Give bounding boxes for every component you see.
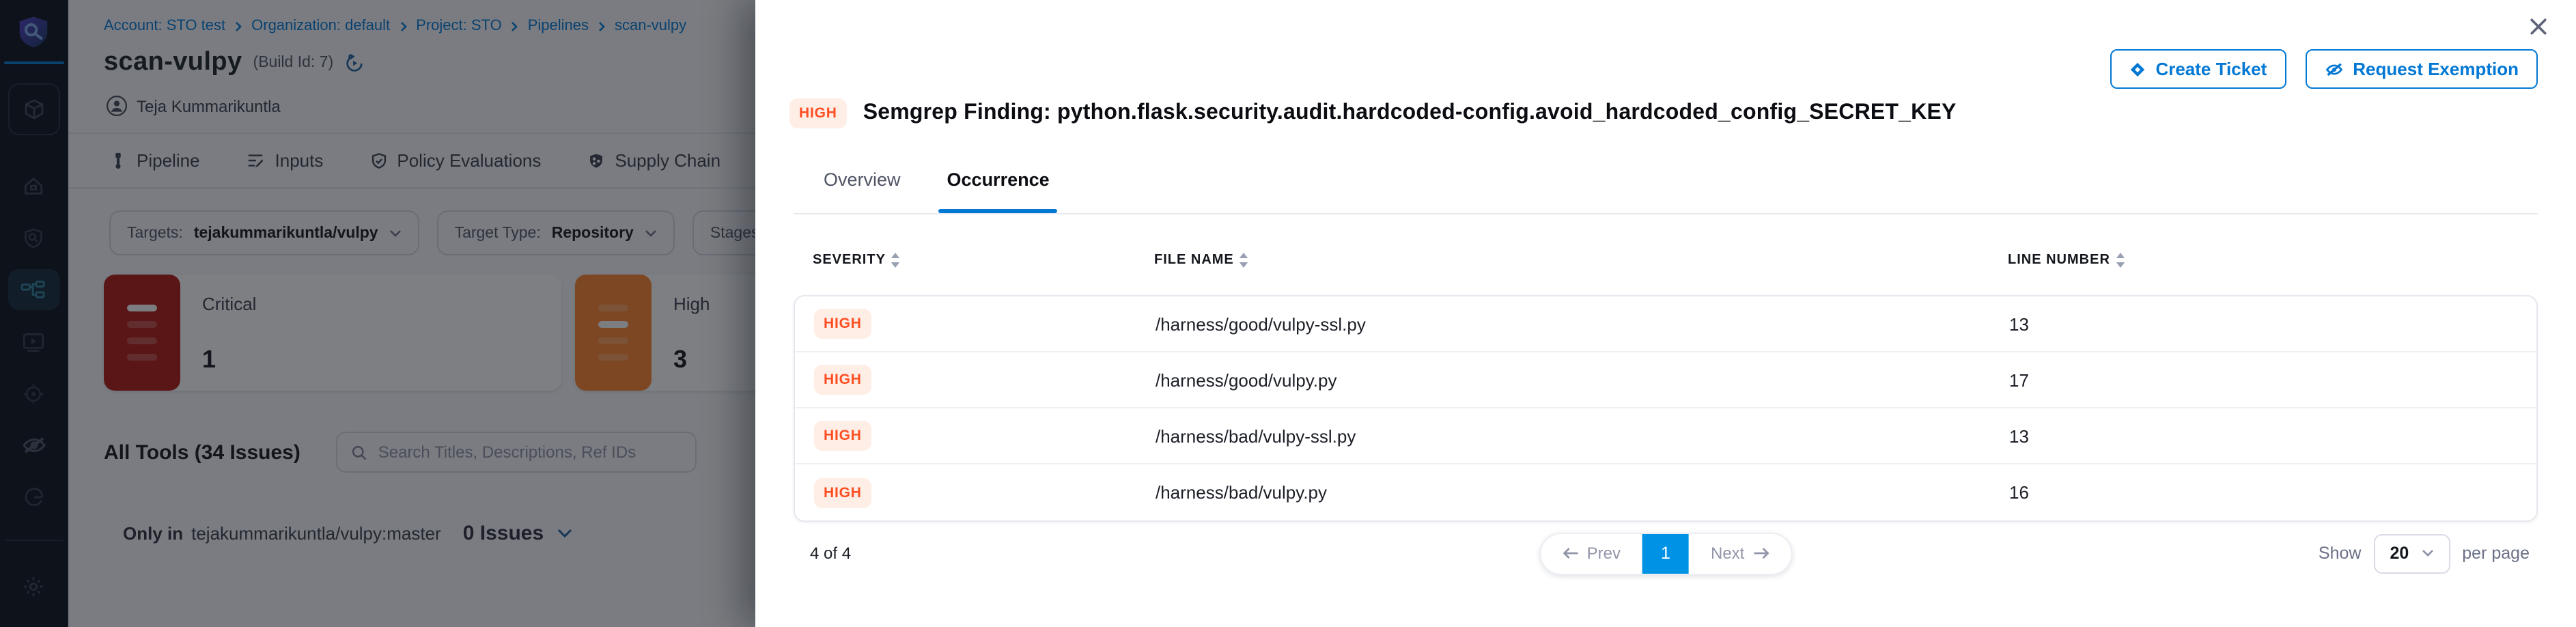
pagination-summary: 4 of 4 [810, 544, 851, 563]
severity-badge: HIGH [814, 421, 871, 451]
line-number-cell: 13 [2009, 314, 2029, 334]
file-name-cell: /harness/good/vulpy.py [1156, 370, 2009, 390]
occurrence-table: HIGH /harness/good/vulpy-ssl.py 13 HIGH … [794, 295, 2538, 522]
table-row[interactable]: HIGH /harness/good/vulpy-ssl.py 13 [795, 296, 2536, 352]
sort-icon [891, 253, 901, 268]
pagination-control: Prev 1 Next [1539, 532, 1793, 574]
app-root: Account: STO test Organization: default … [0, 0, 2576, 627]
finding-title: Semgrep Finding: python.flask.security.a… [863, 101, 1957, 126]
file-name-cell: /harness/bad/vulpy-ssl.py [1156, 426, 2009, 446]
file-name-cell: /harness/good/vulpy-ssl.py [1156, 314, 2009, 334]
arrow-left-icon [1563, 546, 1579, 560]
drawer-tab-overview[interactable]: Overview [824, 164, 901, 213]
drawer-tab-divider [794, 213, 2538, 214]
finding-severity-badge: HIGH [789, 98, 847, 128]
severity-badge: HIGH [814, 365, 871, 395]
file-name-cell: /harness/bad/vulpy.py [1156, 482, 2009, 503]
column-label: LINE NUMBER [2008, 253, 2110, 268]
column-label: FILE NAME [1154, 253, 1234, 268]
table-row[interactable]: HIGH /harness/bad/vulpy.py 16 [795, 464, 2536, 520]
page-size-value: 20 [2390, 544, 2409, 563]
next-label: Next [1711, 544, 1744, 563]
finding-details-drawer: Create Ticket Request Exemption HIGH Sem… [755, 0, 2576, 627]
line-number-cell: 16 [2009, 482, 2029, 503]
chevron-down-icon [2421, 549, 2433, 557]
create-ticket-button[interactable]: Create Ticket [2110, 49, 2286, 89]
column-header-line-number[interactable]: LINE NUMBER [2008, 253, 2125, 268]
close-icon[interactable] [2524, 12, 2551, 40]
page-size-select[interactable]: 20 [2373, 533, 2450, 573]
table-row[interactable]: HIGH /harness/bad/vulpy-ssl.py 13 [795, 408, 2536, 464]
next-page-button[interactable]: Next [1689, 533, 1791, 573]
sort-icon [1240, 253, 1249, 268]
exemption-eye-off-icon [2324, 61, 2343, 77]
prev-page-button[interactable]: Prev [1541, 533, 1642, 573]
show-label: Show [2319, 544, 2362, 563]
line-number-cell: 13 [2009, 426, 2029, 446]
create-ticket-label: Create Ticket [2155, 59, 2267, 79]
page-1-button[interactable]: 1 [1642, 533, 1689, 573]
jira-diamond-icon [2129, 61, 2146, 77]
severity-badge: HIGH [814, 309, 871, 339]
column-label: SEVERITY [813, 253, 886, 268]
severity-badge: HIGH [814, 477, 871, 507]
table-row[interactable]: HIGH /harness/good/vulpy.py 17 [795, 352, 2536, 408]
arrow-right-icon [1752, 546, 1769, 560]
sort-icon [2116, 253, 2125, 268]
line-number-cell: 17 [2009, 370, 2029, 390]
request-exemption-label: Request Exemption [2353, 59, 2519, 79]
column-header-severity[interactable]: SEVERITY [813, 253, 1154, 268]
request-exemption-button[interactable]: Request Exemption [2305, 49, 2538, 89]
column-header-file-name[interactable]: FILE NAME [1154, 253, 2008, 268]
prev-label: Prev [1587, 544, 1621, 563]
drawer-tab-occurrence[interactable]: Occurrence [947, 164, 1050, 213]
per-page-label: per page [2462, 544, 2530, 563]
